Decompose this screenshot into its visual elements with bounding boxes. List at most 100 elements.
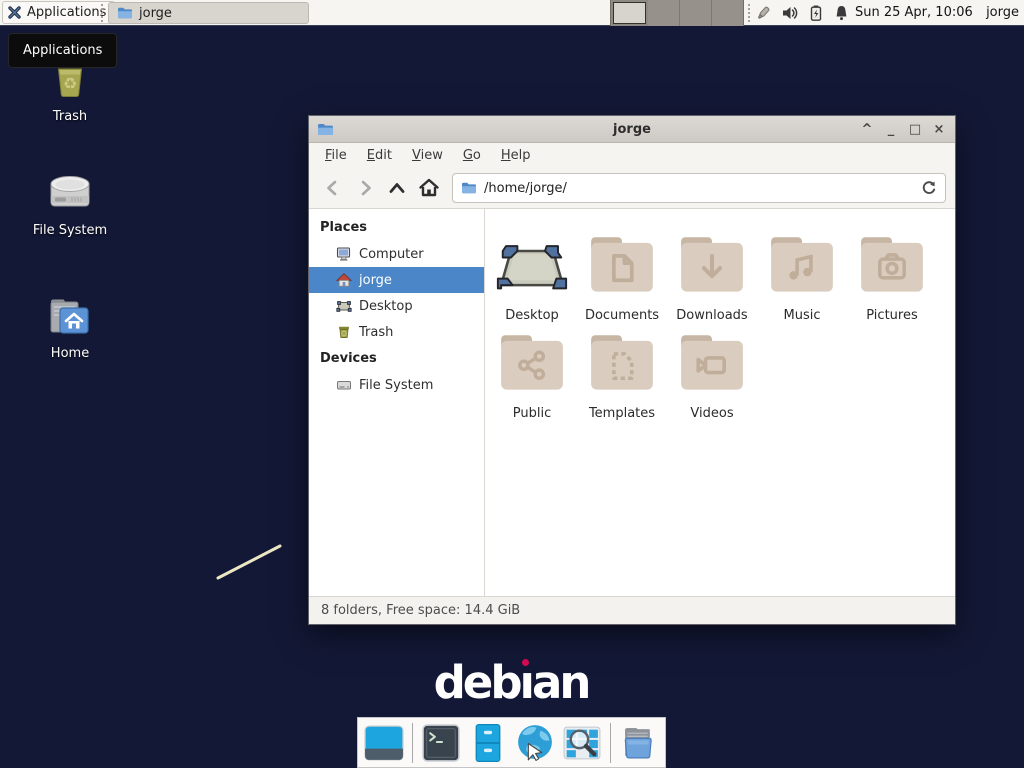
debian-red-dot [522,659,529,666]
file-item-downloads[interactable]: Downloads [667,225,757,323]
sidebar-item-trash[interactable]: Trash [309,319,484,345]
system-tray [754,0,850,26]
sidebar-item-computer[interactable]: Computer [309,241,484,267]
workspace-1[interactable] [613,2,646,24]
taskbar-window-label: jorge [139,6,172,21]
sidebar-item-file-system[interactable]: File System [309,372,484,398]
applications-menu-label: Applications [27,5,106,20]
panel-handle[interactable] [101,4,107,22]
menu-go[interactable]: Go [453,145,491,166]
home-icon [336,272,352,288]
sidebar-item-label: Trash [359,325,393,340]
maximize-button[interactable]: □ [903,116,927,143]
file-manager-icon[interactable] [618,722,660,764]
desktop-scribble-line [212,538,286,584]
file-item-templates[interactable]: Templates [577,323,667,421]
computer-icon [336,246,352,262]
desktop-special-icon [493,225,571,303]
workspace-3[interactable] [680,0,712,26]
file-item-label: Pictures [866,308,917,323]
sidebar-item-desktop[interactable]: Desktop [309,293,484,319]
workspace-2[interactable] [648,0,680,26]
desktop-icon-file-system[interactable]: File System [9,171,131,238]
file-manager-window: jorge ^ _ □ × File Edit View Go Help [308,115,956,625]
dock-separator [412,723,413,763]
file-item-label: Desktop [505,308,559,323]
menu-edit[interactable]: Edit [357,145,402,166]
reload-icon[interactable] [921,180,937,196]
menu-file[interactable]: File [315,145,357,166]
applications-menu-button[interactable]: Applications [2,1,115,24]
app-finder-icon[interactable] [561,722,603,764]
music-folder-icon [763,225,841,303]
titlebar[interactable]: jorge ^ _ □ × [309,116,955,143]
statusbar: 8 folders, Free space: 14.4 GiB [309,596,955,624]
shade-button[interactable]: ^ [855,116,879,143]
sidebar-item-label: jorge [359,273,392,288]
applications-tooltip: Applications [8,33,117,68]
path-folder-icon [461,180,477,196]
file-list-area[interactable]: Desktop Documents [485,209,955,596]
notification-bell-icon[interactable] [833,4,850,22]
file-item-documents[interactable]: Documents [577,225,667,323]
file-item-label: Downloads [676,308,747,323]
top-panel: Applications jorge [0,0,1024,26]
file-item-label: Videos [690,406,733,421]
file-item-label: Music [784,308,821,323]
sidebar-item-label: File System [359,378,433,393]
sidebar: Places Computer [309,209,485,596]
web-browser-icon[interactable] [514,722,556,764]
desktop-icon [336,298,352,314]
hard-drive-icon [45,171,95,219]
downloads-folder-icon [673,225,751,303]
stylus-tool-icon[interactable] [754,4,772,22]
sidebar-item-label: Desktop [359,299,413,314]
up-button[interactable] [382,173,412,203]
file-item-desktop[interactable]: Desktop [487,225,577,323]
home-button[interactable] [414,173,444,203]
workspace-switcher[interactable] [610,0,744,26]
path-bar[interactable]: /home/jorge/ [452,173,946,203]
pictures-folder-icon [853,225,931,303]
debian-wordmark: debıan [391,656,631,709]
minimize-button[interactable]: _ [879,116,903,143]
terminal-icon[interactable] [420,722,462,764]
back-button[interactable] [318,173,348,203]
menu-view[interactable]: View [402,145,453,166]
wordmark-prefix: deb [434,656,520,709]
show-desktop-icon[interactable] [363,722,405,764]
desktop-icon-home[interactable]: Home [9,292,131,361]
hard-drive-icon [336,377,352,393]
forward-button[interactable] [350,173,380,203]
file-item-label: Public [513,406,551,421]
volume-icon[interactable] [781,4,799,22]
sidebar-header-places: Places [309,214,484,241]
file-item-label: Templates [589,406,655,421]
workspace-4[interactable] [712,0,743,26]
path-value[interactable]: /home/jorge/ [484,181,914,196]
taskbar-window-button[interactable]: jorge [108,2,309,24]
toolbar: /home/jorge/ [309,168,955,209]
desktop-icon-label: Home [51,346,89,361]
dock [357,717,666,768]
file-cabinet-icon[interactable] [467,722,509,764]
menubar: File Edit View Go Help [309,143,955,168]
close-button[interactable]: × [927,116,951,143]
file-item-pictures[interactable]: Pictures [847,225,937,323]
file-item-videos[interactable]: Videos [667,323,757,421]
battery-charging-icon[interactable] [808,4,824,22]
file-item-music[interactable]: Music [757,225,847,323]
svg-text:♻: ♻ [63,74,77,93]
xfce-applications-icon [7,5,22,20]
panel-username[interactable]: jorge [986,0,1019,26]
panel-clock[interactable]: Sun 25 Apr, 10:06 [855,0,973,26]
trash-icon [336,324,352,340]
file-item-label: Documents [585,308,659,323]
sidebar-item-jorge[interactable]: jorge [309,267,484,293]
sidebar-header-devices: Devices [309,345,484,372]
documents-folder-icon [583,225,661,303]
sidebar-item-label: Computer [359,247,424,262]
desktop-icon-label: File System [33,223,107,238]
file-item-public[interactable]: Public [487,323,577,421]
menu-help[interactable]: Help [491,145,541,166]
